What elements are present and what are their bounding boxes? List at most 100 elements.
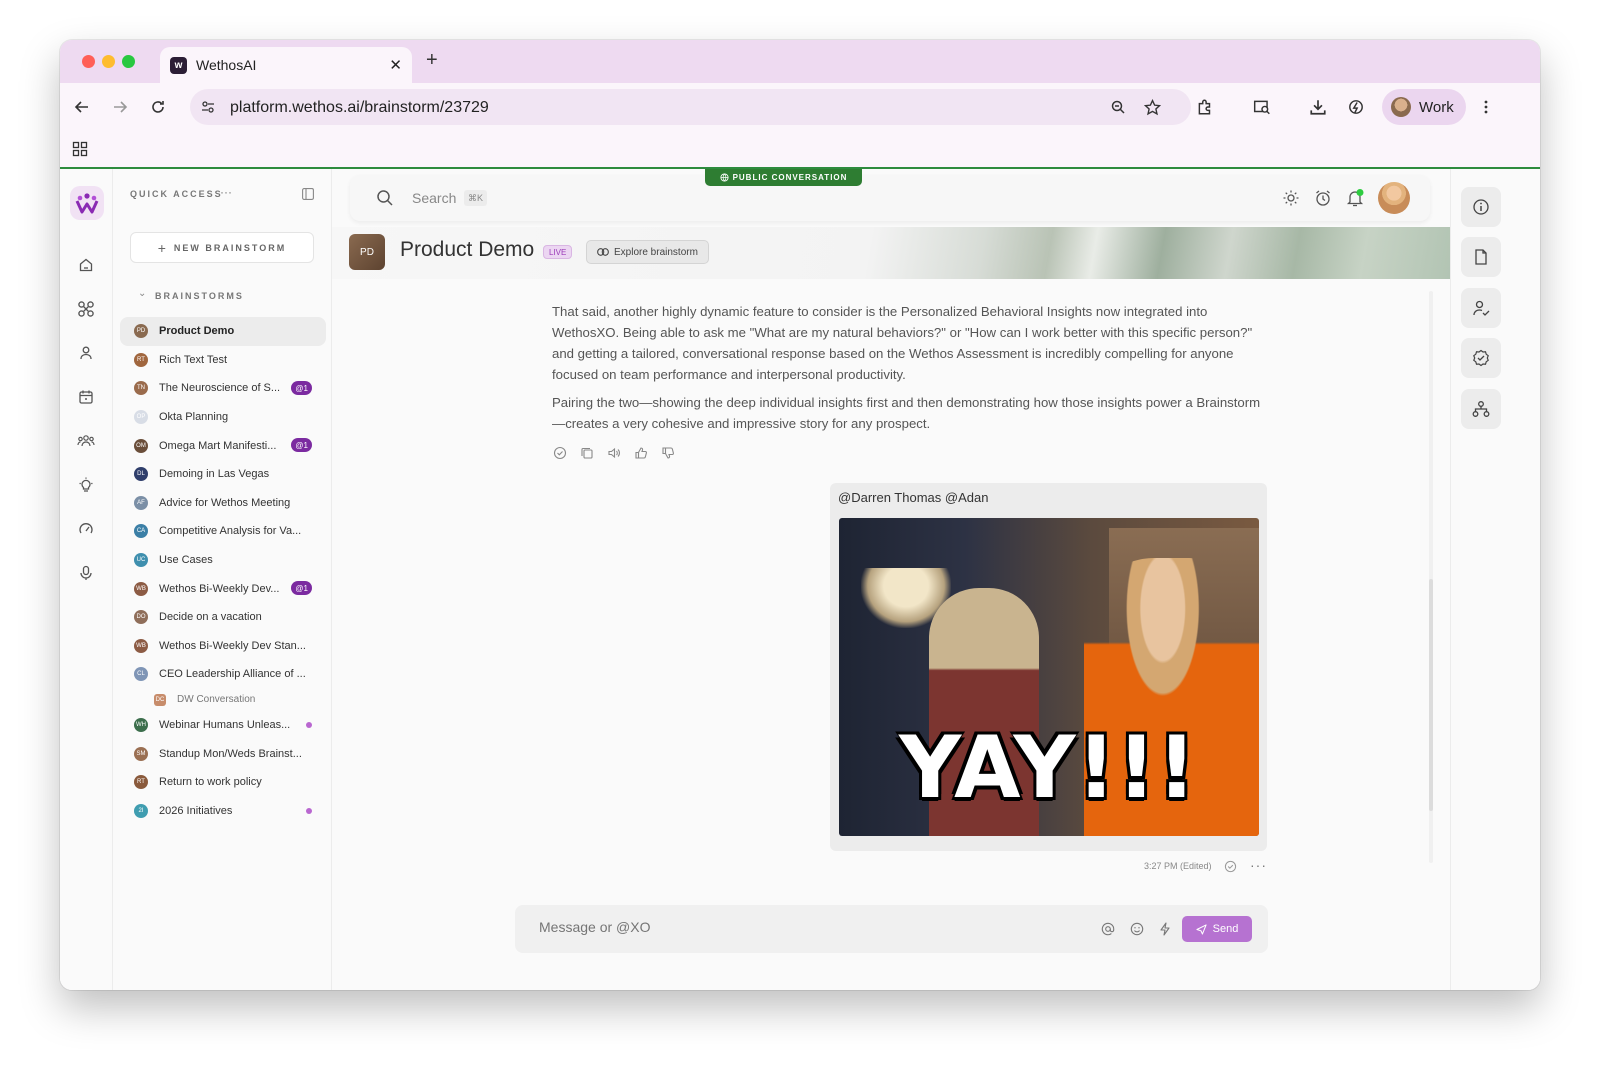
tab-search-icon[interactable]: [1248, 93, 1276, 121]
info-button[interactable]: [1461, 187, 1501, 227]
user-avatar[interactable]: [1378, 182, 1410, 214]
message-more-button[interactable]: ···: [1250, 857, 1267, 873]
lightning-icon[interactable]: [1156, 920, 1174, 938]
sidebar-item-label: Rich Text Test: [159, 353, 228, 366]
sidebar-item[interactable]: DO Decide on a vacation: [120, 603, 326, 632]
sidebar-item[interactable]: DL Demoing in Las Vegas: [120, 460, 326, 489]
quick-access-more-button[interactable]: ···: [220, 185, 232, 199]
sidebar-item-label: Wethos Bi-Weekly Dev...: [159, 582, 280, 595]
sidebar-item[interactable]: 2I 2026 Initiatives: [120, 797, 326, 826]
sidebar-item[interactable]: TN The Neuroscience of S... @1: [120, 374, 326, 403]
close-tab-icon[interactable]: ✕: [389, 56, 402, 74]
sidebar-item[interactable]: RT Return to work policy: [120, 768, 326, 797]
item-avatar: SM: [134, 746, 148, 761]
extensions-icon[interactable]: [1191, 93, 1219, 121]
download-icon[interactable]: [1304, 93, 1332, 121]
sidebar-subitem[interactable]: DC DW Conversation: [120, 689, 326, 711]
browser-tab[interactable]: w WethosAI ✕: [160, 47, 412, 83]
gauge-icon[interactable]: [74, 517, 98, 541]
profile-button[interactable]: Work: [1382, 89, 1466, 125]
calendar-icon[interactable]: [74, 385, 98, 409]
lightbulb-icon[interactable]: [74, 473, 98, 497]
send-icon: [1196, 923, 1207, 935]
sidebar-item[interactable]: WB Wethos Bi-Weekly Dev... @1: [120, 574, 326, 603]
public-conversation-label: PUBLIC CONVERSATION: [732, 173, 848, 182]
app-container: QUICK ACCESS ··· + NEW BRAINSTORM ⌄ BRAI…: [60, 169, 1540, 990]
check-circle-icon[interactable]: [552, 445, 568, 461]
explore-brainstorm-label: Explore brainstorm: [614, 246, 698, 258]
sidebar-item[interactable]: WH Webinar Humans Unleas...: [120, 711, 326, 740]
emoji-icon[interactable]: [1128, 920, 1146, 938]
brainstorms-heading[interactable]: BRAINSTORMS: [155, 291, 244, 301]
right-tool-rail: [1450, 169, 1540, 990]
mention-badge: @1: [291, 438, 312, 453]
message-input[interactable]: [539, 919, 1059, 935]
site-settings-icon[interactable]: [194, 93, 222, 121]
bookmark-star-icon[interactable]: [1138, 93, 1166, 121]
theme-sun-icon[interactable]: [1280, 187, 1302, 209]
sidebar-item[interactable]: OP Okta Planning: [120, 403, 326, 432]
ai-message: That said, another highly dynamic featur…: [552, 301, 1262, 441]
wethos-favicon-icon: w: [170, 56, 187, 74]
org-chart-button[interactable]: [1461, 389, 1501, 429]
explore-brainstorm-button[interactable]: Explore brainstorm: [586, 240, 709, 264]
speaker-icon[interactable]: [606, 445, 622, 461]
sidebar-item[interactable]: SM Standup Mon/Weds Brainst...: [120, 739, 326, 768]
close-window-button[interactable]: [82, 55, 95, 68]
person-icon[interactable]: [74, 341, 98, 365]
collapse-sidebar-icon[interactable]: [302, 187, 316, 201]
copy-icon[interactable]: [579, 445, 595, 461]
chevron-down-icon[interactable]: ⌄: [138, 288, 146, 299]
browser-menu-icon[interactable]: [1472, 93, 1500, 121]
thumbs-down-icon[interactable]: [660, 445, 676, 461]
sidebar-item[interactable]: RT Rich Text Test: [120, 346, 326, 375]
zoom-icon[interactable]: [1104, 93, 1132, 121]
minimize-window-button[interactable]: [102, 55, 115, 68]
team-icon[interactable]: [74, 429, 98, 453]
microphone-icon[interactable]: [74, 561, 98, 585]
conversation-header: PD Product Demo LIVE Explore brainstorm: [332, 227, 1450, 279]
person-check-button[interactable]: [1461, 288, 1501, 328]
send-button[interactable]: Send: [1182, 916, 1252, 942]
thumbs-up-icon[interactable]: [633, 445, 649, 461]
top-search-bar: Search ⌘K: [350, 175, 1430, 221]
reload-icon[interactable]: [144, 93, 172, 121]
sidebar-item[interactable]: CL CEO Leadership Alliance of ...: [120, 660, 326, 689]
new-tab-button[interactable]: +: [426, 49, 438, 72]
alarm-clock-icon[interactable]: [1312, 187, 1334, 209]
back-icon[interactable]: [68, 93, 96, 121]
tab-strip: w WethosAI ✕ +: [60, 40, 1540, 83]
message-composer: Send: [515, 905, 1268, 953]
sidebar-item[interactable]: AF Advice for Wethos Meeting: [120, 489, 326, 518]
forward-icon[interactable]: [106, 93, 134, 121]
notification-bell-icon[interactable]: [1344, 187, 1366, 209]
performance-icon[interactable]: [1342, 93, 1370, 121]
address-bar[interactable]: platform.wethos.ai/brainstorm/23729: [190, 89, 1191, 125]
mention-at-icon[interactable]: [1099, 920, 1117, 938]
item-avatar: RT: [134, 352, 148, 367]
url-text[interactable]: platform.wethos.ai/brainstorm/23729: [230, 99, 489, 117]
sidebar-item[interactable]: OM Omega Mart Manifesti... @1: [120, 431, 326, 460]
sidebar-item[interactable]: PD Product Demo: [120, 317, 326, 346]
document-button[interactable]: [1461, 237, 1501, 277]
brainstorm-list: PD Product Demo RT Rich Text Test TN The Neur…: [120, 317, 326, 825]
sidebar-item-label: Demoing in Las Vegas: [159, 468, 270, 481]
scrollbar-thumb[interactable]: [1429, 579, 1433, 811]
home-icon[interactable]: [74, 253, 98, 277]
verified-badge-button[interactable]: [1461, 338, 1501, 378]
sidebar-item[interactable]: WB Wethos Bi-Weekly Dev Stan...: [120, 632, 326, 661]
sidebar-item-label: Decide on a vacation: [159, 611, 262, 624]
brainstorm-icon[interactable]: [74, 297, 98, 321]
main-panel: Search ⌘K PUBLIC CONVERSATION PD Product…: [332, 169, 1450, 990]
sidebar-item[interactable]: CA Competitive Analysis for Va...: [120, 517, 326, 546]
item-avatar: CL: [134, 667, 148, 682]
new-brainstorm-button[interactable]: + NEW BRAINSTORM: [130, 232, 314, 263]
maximize-window-button[interactable]: [122, 55, 135, 68]
apps-grid-icon[interactable]: [66, 135, 94, 163]
sidebar-item-label: Standup Mon/Weds Brainst...: [159, 747, 302, 760]
celebration-gif-image[interactable]: YAY!!!: [839, 518, 1259, 836]
unread-dot: [306, 721, 312, 728]
sidebar-item[interactable]: UC Use Cases: [120, 546, 326, 575]
search-input[interactable]: Search: [412, 190, 456, 206]
wethos-logo-icon[interactable]: [70, 186, 104, 220]
